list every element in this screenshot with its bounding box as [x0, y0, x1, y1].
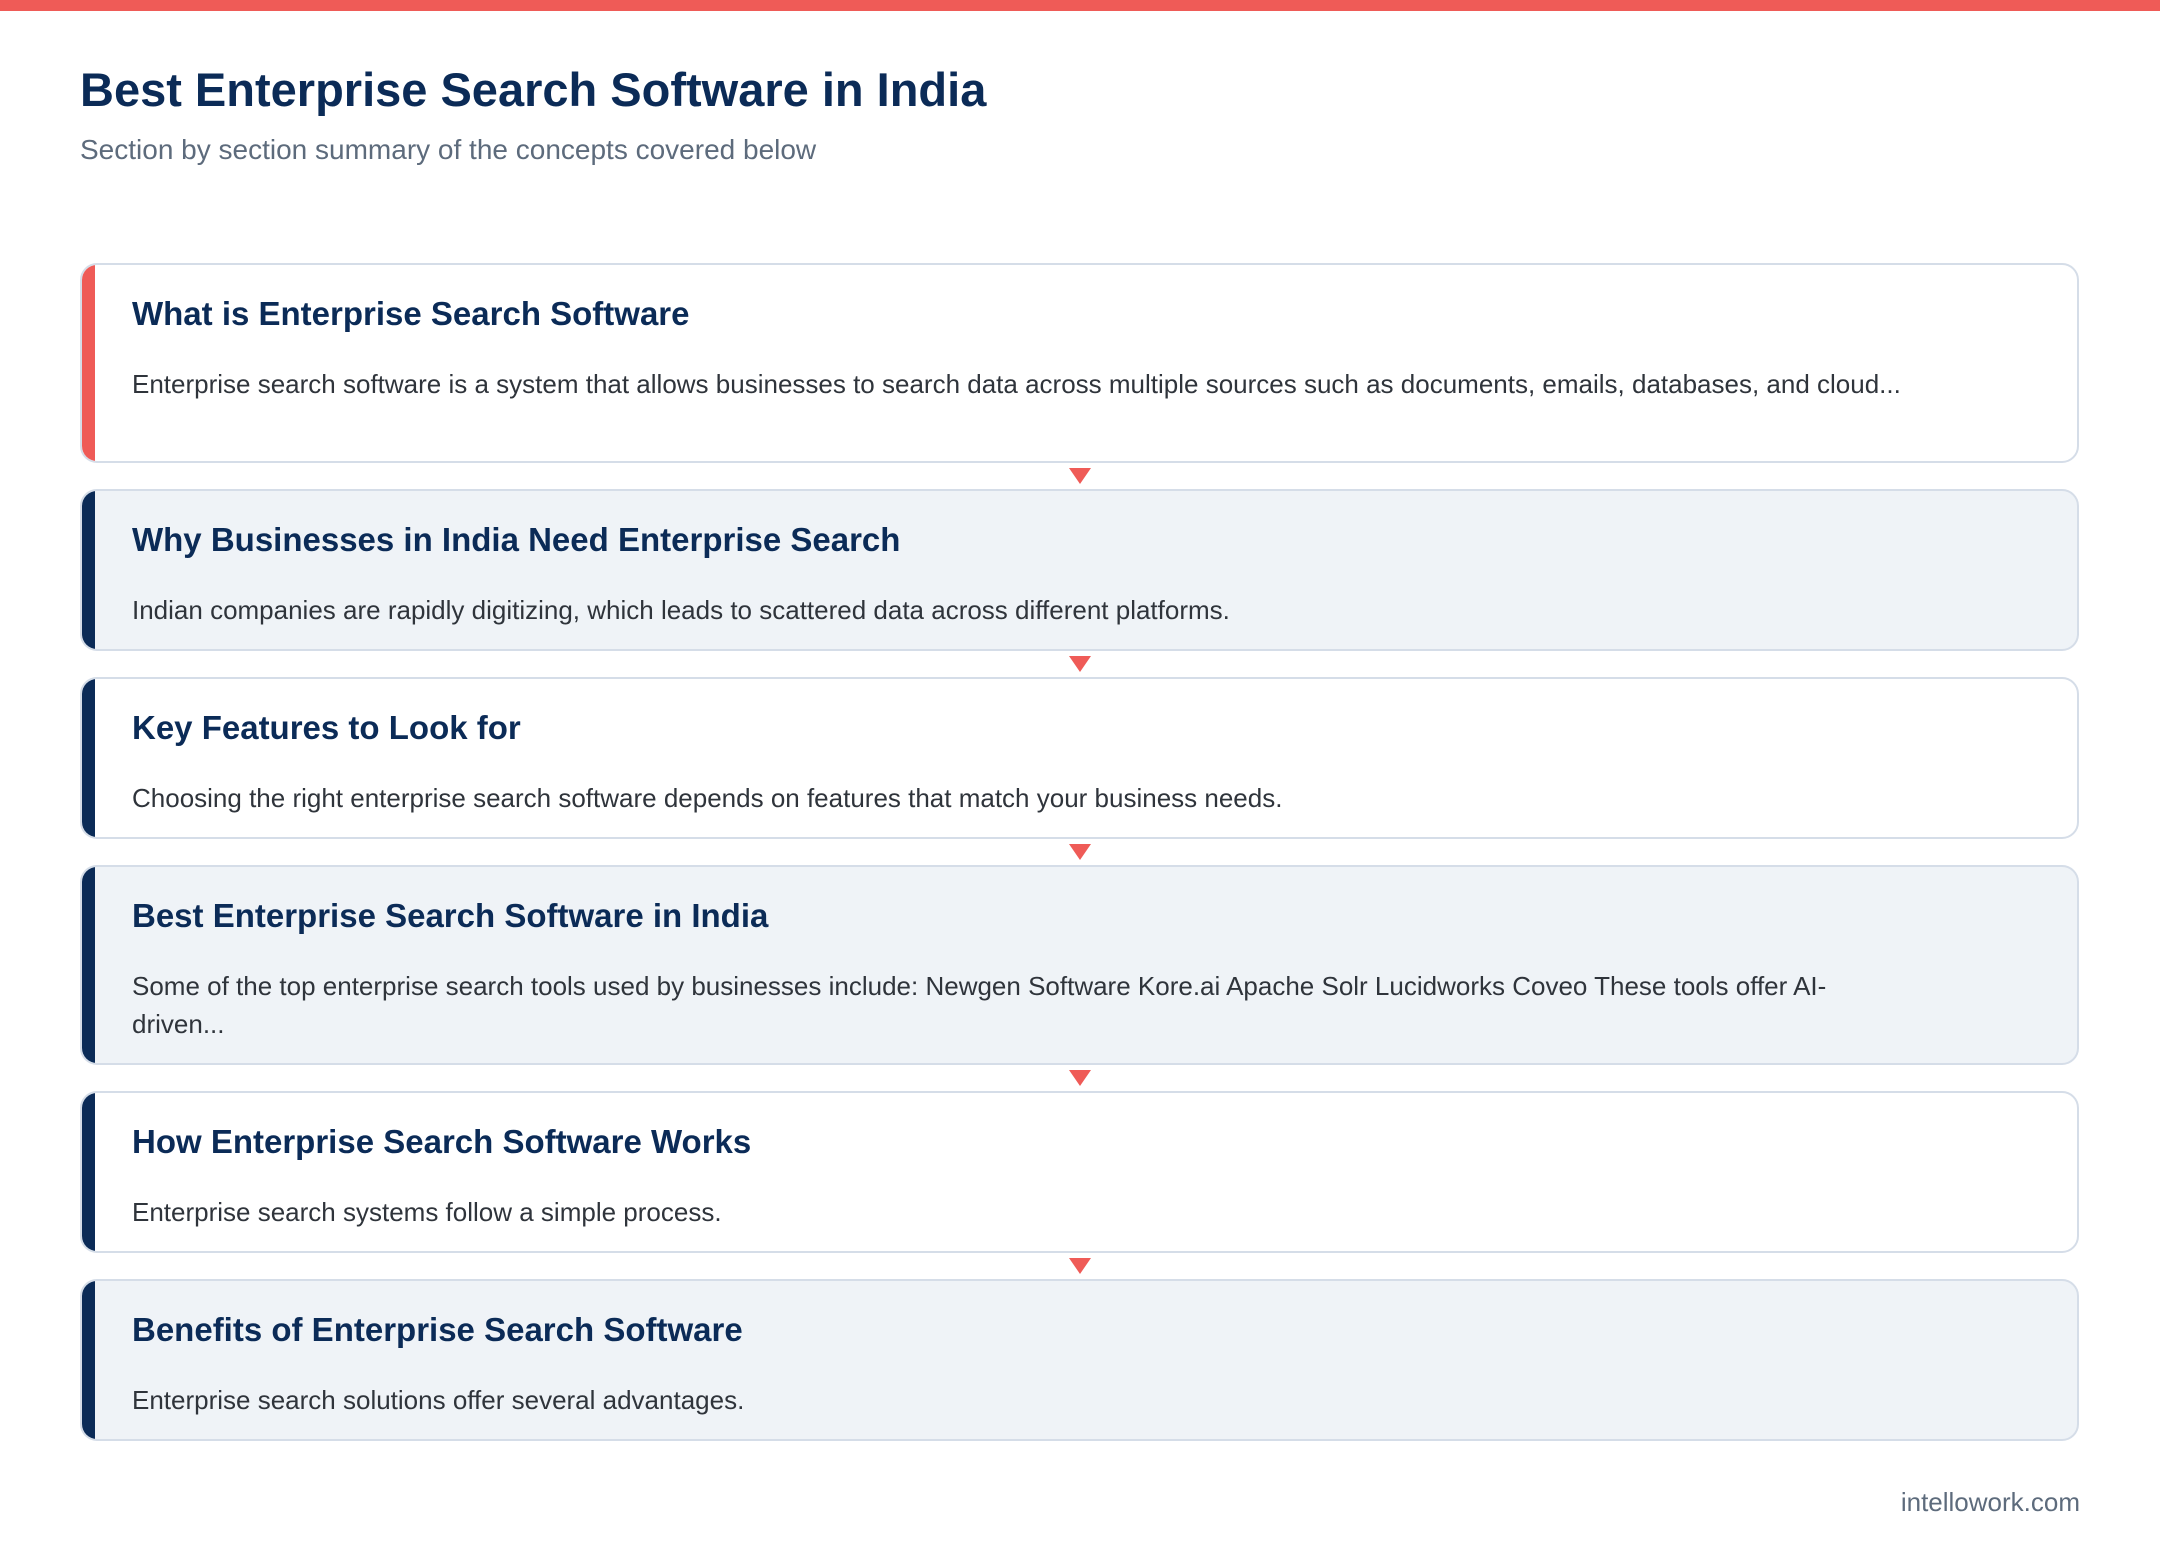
section-title: Benefits of Enterprise Search Software — [132, 1311, 743, 1348]
section-accent-bar — [82, 867, 95, 1063]
section-title: Key Features to Look for — [132, 709, 521, 746]
section-summary: Some of the top enterprise search tools … — [132, 971, 1827, 1039]
section-card-best-software: Best Enterprise Search Software in India… — [80, 865, 2079, 1065]
down-arrow-icon — [1069, 1258, 1091, 1274]
section-title: Best Enterprise Search Software in India — [132, 897, 769, 934]
section-card-why-businesses: Why Businesses in India Need Enterprise … — [80, 489, 2079, 651]
page-subtitle: Section by section summary of the concep… — [80, 134, 817, 165]
section-title: How Enterprise Search Software Works — [132, 1123, 752, 1160]
section-title: What is Enterprise Search Software — [132, 295, 690, 332]
section-accent-bar — [82, 491, 95, 649]
section-accent-bar — [82, 679, 95, 837]
section-summary: Choosing the right enterprise search sof… — [132, 783, 1283, 813]
down-arrow-icon — [1069, 844, 1091, 860]
section-card-benefits: Benefits of Enterprise Search Software E… — [80, 1279, 2079, 1441]
down-arrow-icon — [1069, 656, 1091, 672]
section-card-key-features: Key Features to Look for Choosing the ri… — [80, 677, 2079, 839]
section-summary: Enterprise search software is a system t… — [132, 369, 1901, 399]
section-summary: Indian companies are rapidly digitizing,… — [132, 595, 1230, 625]
section-accent-bar — [82, 1281, 95, 1439]
section-card-what-is: What is Enterprise Search Software Enter… — [80, 263, 2079, 463]
section-accent-bar — [82, 1093, 95, 1251]
down-arrow-icon — [1069, 468, 1091, 484]
section-summary: Enterprise search solutions offer severa… — [132, 1385, 745, 1415]
top-accent-bar — [0, 0, 2160, 11]
section-summary: Enterprise search systems follow a simpl… — [132, 1197, 722, 1227]
section-title: Why Businesses in India Need Enterprise … — [132, 521, 901, 558]
page-title: Best Enterprise Search Software in India — [80, 63, 987, 116]
section-card-how-it-works: How Enterprise Search Software Works Ent… — [80, 1091, 2079, 1253]
footer-site-name: intellowork.com — [1900, 1487, 2080, 1517]
section-accent-bar — [82, 265, 95, 461]
down-arrow-icon — [1069, 1070, 1091, 1086]
